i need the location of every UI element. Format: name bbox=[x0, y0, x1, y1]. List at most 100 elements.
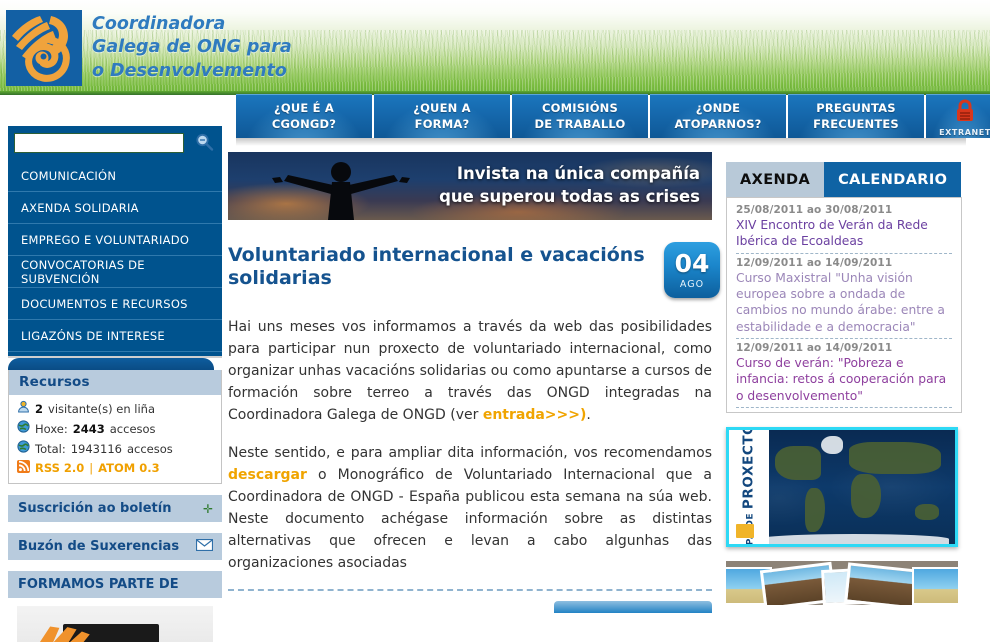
visitors-count: 2 bbox=[35, 402, 44, 416]
visitors-stat: 2 visitante(s) en liña bbox=[17, 400, 213, 420]
logo-line-2: Galega de ONG para bbox=[92, 37, 292, 58]
event-title[interactable]: Curso Maxistral "Unha visión europea sob… bbox=[736, 270, 952, 335]
read-more-button[interactable] bbox=[554, 601, 712, 614]
logo-bird-hand-icon bbox=[6, 10, 82, 86]
partners-header-bar: FORMAMOS PARTE DE bbox=[8, 571, 222, 599]
sidebar-item-comunicacion[interactable]: COMUNICACIÓN bbox=[8, 160, 222, 192]
recursos-title: Recursos bbox=[9, 370, 221, 395]
banner-line-1: Invista na única compañía bbox=[456, 164, 700, 183]
suggestions-label: Buzón de Suxerencias bbox=[18, 539, 180, 555]
nav-label-line2: FORMA? bbox=[414, 116, 470, 131]
tab-calendario[interactable]: CALENDARIO bbox=[824, 162, 962, 197]
recursos-body: 2 visitante(s) en liña Hoxe: 2443 acceso… bbox=[9, 395, 221, 483]
event-title[interactable]: Curso de verán: "Pobreza e infancia: ret… bbox=[736, 355, 952, 404]
site-logo[interactable]: Coordinadora Galega de ONG para o Desenv… bbox=[6, 8, 292, 88]
today-suffix: accesos bbox=[109, 421, 156, 436]
projects-map-widget[interactable]: MAPA DE PROXECTOS bbox=[726, 427, 958, 548]
nav-item-preguntas-frecuentes[interactable]: PREGUNTAS FRECUENTES bbox=[788, 94, 924, 138]
total-label: Total: bbox=[35, 441, 66, 456]
list-item: 12/09/2011 ao 14/09/2011 Curso Maxistral… bbox=[736, 256, 952, 340]
nav-item-extranet[interactable]: EXTRANET bbox=[926, 94, 990, 138]
nav-label-line2: DE TRABALLO bbox=[534, 116, 626, 131]
tab-axenda[interactable]: AXENDA bbox=[726, 162, 825, 197]
search-icon bbox=[194, 132, 214, 155]
content-divider bbox=[228, 589, 712, 592]
nav-label-line2: FRECUENTES bbox=[813, 116, 899, 131]
search-bar bbox=[8, 126, 222, 160]
nav-label-line1: ¿QUE É A bbox=[273, 101, 334, 116]
nav-item-que-e-a-cgongd[interactable]: ¿QUE É A CGONGD? bbox=[236, 94, 372, 138]
paragraph-2-text: Neste sentido, e para ampliar dita infor… bbox=[228, 444, 712, 461]
event-title[interactable]: XIV Encontro de Verán da Rede Ibérica de… bbox=[736, 217, 952, 250]
carousel-photo-2 bbox=[844, 562, 920, 606]
total-count: 1943116 bbox=[70, 441, 122, 456]
folder-icon bbox=[736, 524, 754, 539]
nav-item-comisions-de-traballo[interactable]: COMISIÓNS DE TRABALLO bbox=[512, 94, 648, 138]
article-paragraph-1: Hai uns meses vos informamos a través da… bbox=[228, 316, 712, 427]
nav-label-line2: CGONGD? bbox=[271, 116, 337, 131]
newsletter-label: Suscrición ao boletín bbox=[18, 501, 172, 517]
banner-text: Invista na única compañía que superou to… bbox=[439, 163, 700, 209]
today-stat: Hoxe: 2443 accesos bbox=[17, 420, 213, 440]
sidebar-menu: COMUNICACIÓN AXENDA SOLIDARIA EMPREGO E … bbox=[8, 160, 222, 358]
sidebar-item-emprego-e-voluntariado[interactable]: EMPREGO E VOLUNTARIADO bbox=[8, 224, 222, 256]
article-body: Hai uns meses vos informamos a través da… bbox=[228, 316, 712, 574]
tab-axenda-label: AXENDA bbox=[740, 171, 811, 188]
descargar-link[interactable]: descargar bbox=[228, 467, 307, 483]
search-input[interactable] bbox=[14, 133, 184, 153]
nav-label-line2: ATOPARNOS? bbox=[674, 116, 762, 131]
atom-link[interactable]: ATOM 0.3 bbox=[98, 461, 159, 475]
rss-link[interactable]: RSS 2.0 bbox=[35, 461, 84, 475]
tab-calendario-label: CALENDARIO bbox=[838, 171, 948, 188]
sidebar-item-label: EMPREGO E VOLUNTARIADO bbox=[21, 232, 190, 247]
left-sidebar: COMUNICACIÓN AXENDA SOLIDARIA EMPREGO E … bbox=[8, 126, 222, 642]
agenda-events-list: 25/08/2011 ao 30/08/2011 XIV Encontro de… bbox=[726, 197, 962, 414]
sidebar-item-ligazons-de-interese[interactable]: LIGAZÓNS DE INTERESE bbox=[8, 320, 222, 352]
visitors-text: visitante(s) en liña bbox=[48, 402, 155, 416]
date-month: AGO bbox=[679, 278, 705, 290]
sidebar-item-axenda-solidaria[interactable]: AXENDA SOLIDARIA bbox=[8, 192, 222, 224]
total-stat: Total: 1943116 accesos bbox=[17, 439, 213, 460]
sidebar-item-label: DOCUMENTOS E RECURSOS bbox=[21, 296, 188, 311]
sidebar-item-documentos-e-recursos[interactable]: DOCUMENTOS E RECURSOS bbox=[8, 288, 222, 320]
list-item: 25/08/2011 ao 30/08/2011 XIV Encontro de… bbox=[736, 204, 952, 254]
suggestions-box-bar[interactable]: Buzón de Suxerencias bbox=[8, 533, 222, 561]
banner-silhouette bbox=[266, 158, 416, 220]
today-label: Hoxe: bbox=[35, 421, 68, 436]
article-title[interactable]: Voluntariado internacional e vacacións s… bbox=[228, 242, 654, 290]
nav-item-quen-a-forma[interactable]: ¿QUEN A FORMA? bbox=[374, 94, 510, 138]
paragraph-1-text: Hai uns meses vos informamos a través da… bbox=[228, 319, 712, 424]
map-ice-antarctica bbox=[759, 534, 949, 545]
sidebar-item-convocatorias-de-subvencion[interactable]: CONVOCATORIAS DE SUBVENCIÓN bbox=[8, 256, 222, 288]
page-root: Coordinadora Galega de ONG para o Desenv… bbox=[0, 0, 990, 642]
photo-carousel-widget[interactable] bbox=[726, 561, 958, 606]
date-day: 04 bbox=[674, 248, 710, 278]
nav-label-line1: COMISIÓNS bbox=[542, 101, 618, 116]
newsletter-subscribe-bar[interactable]: Suscrición ao boletín ✛ bbox=[8, 495, 222, 523]
entrada-link[interactable]: entrada>>>) bbox=[483, 407, 587, 423]
search-button[interactable] bbox=[192, 131, 216, 155]
main-content: Invista na única compañía que superou to… bbox=[228, 152, 720, 614]
envelope-icon bbox=[195, 539, 214, 554]
partner-logo-image[interactable] bbox=[17, 606, 213, 642]
total-suffix: accesos bbox=[126, 441, 173, 456]
user-icon bbox=[17, 400, 30, 420]
plus-icon: ✛ bbox=[202, 501, 213, 516]
promo-banner[interactable]: Invista na única compañía que superou to… bbox=[228, 152, 712, 220]
feed-links: RSS 2.0 | ATOM 0.3 bbox=[17, 460, 213, 476]
primary-navigation: ¿QUE É A CGONGD? ¿QUEN A FORMA? COMISIÓN… bbox=[236, 94, 990, 142]
sidebar-item-label: AXENDA SOLIDARIA bbox=[21, 200, 139, 215]
logo-line-3: o Desenvolvemento bbox=[92, 60, 287, 81]
event-date: 12/09/2011 ao 14/09/2011 bbox=[736, 342, 893, 355]
article-header: Voluntariado internacional e vacacións s… bbox=[228, 242, 720, 298]
rss-icon bbox=[17, 460, 30, 476]
map-land-eurasia bbox=[849, 442, 941, 475]
paragraph-1-tail: . bbox=[586, 407, 591, 424]
list-item: 12/09/2011 ao 14/09/2011 Curso de verán:… bbox=[736, 342, 952, 409]
logo-wordmark: Coordinadora Galega de ONG para o Desenv… bbox=[92, 13, 292, 82]
globe-icon bbox=[17, 420, 30, 440]
nav-item-onde-atoparnos[interactable]: ¿ONDE ATOPARNOS? bbox=[650, 94, 786, 138]
event-date: 12/09/2011 ao 14/09/2011 bbox=[736, 256, 893, 269]
padlock-icon bbox=[954, 99, 976, 127]
nav-label-line1: ¿QUEN A bbox=[413, 101, 471, 116]
